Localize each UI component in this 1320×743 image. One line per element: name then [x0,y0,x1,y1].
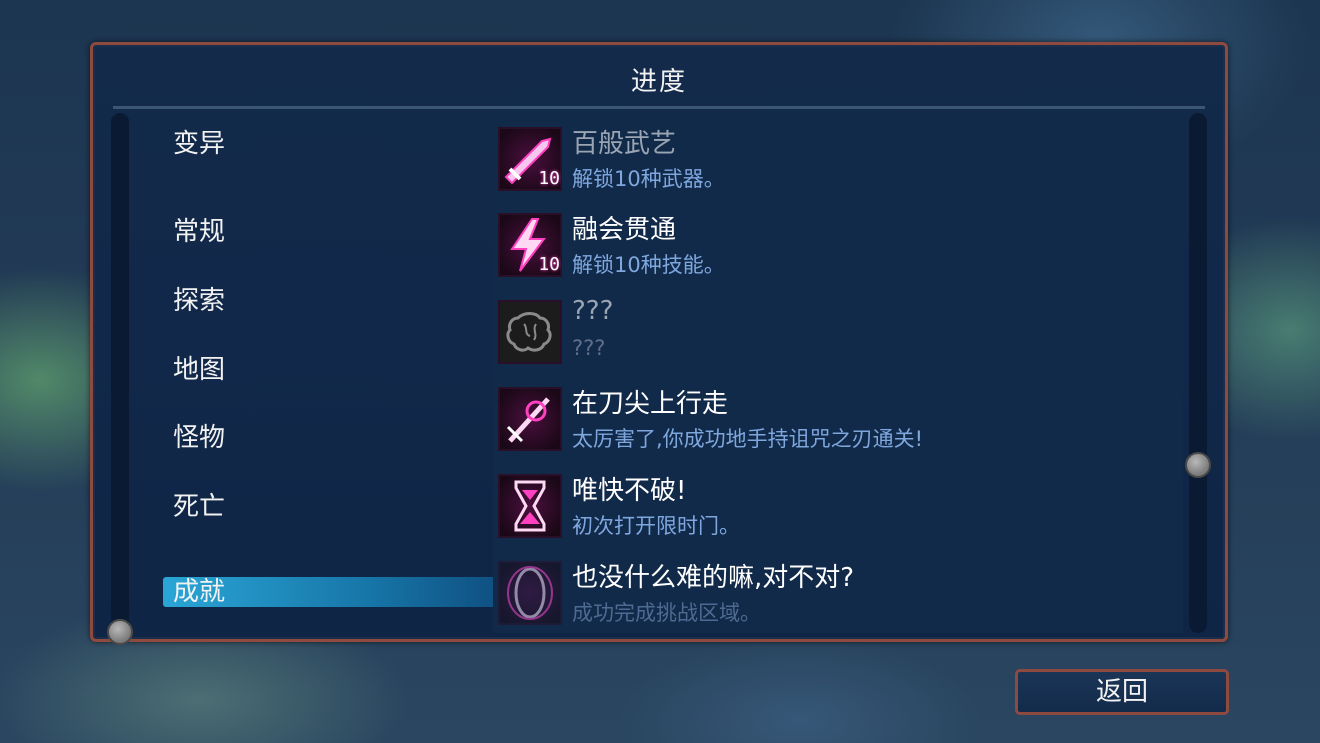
hourglass-icon [498,474,562,538]
count-badge: 10 [538,254,560,275]
achievement-scroll-knob[interactable] [1185,452,1211,478]
category-scrollbar[interactable] [111,113,129,633]
achievement-description: 解锁10种武器。 [572,167,725,191]
achievement-item-locked: ??? ??? [498,294,1178,374]
title-divider [113,106,1205,109]
cursed-blade-icon [498,387,562,451]
sword-icon: 10 [498,127,562,191]
achievement-title: 百般武艺 [572,129,677,159]
category-monsters[interactable]: 怪物 [173,417,225,454]
achievement-description: 成功完成挑战区域。 [572,601,761,625]
achievement-item: 10 百般武艺 解锁10种武器。 [498,121,1178,201]
achievement-item: 10 融会贯通 解锁10种技能。 [498,207,1178,287]
rings-icon [498,561,562,625]
achievement-list[interactable]: 10 百般武艺 解锁10种武器。 10 融会贯通 解锁10种技能。 ??? ??… [493,113,1183,633]
lightning-icon: 10 [498,213,562,277]
achievement-title: 唯快不破! [572,476,687,506]
achievement-scrollbar[interactable] [1189,113,1207,633]
category-map[interactable]: 地图 [173,349,225,386]
achievement-item: 在刀尖上行走 太厉害了,你成功地手持诅咒之刃通关! [498,381,1178,461]
category-general[interactable]: 常规 [173,211,225,248]
achievement-description: 初次打开限时门。 [572,514,740,538]
category-deaths[interactable]: 死亡 [173,486,225,523]
achievement-title: 也没什么难的嘛,对不对? [572,563,855,593]
back-button[interactable]: 返回 [1015,669,1229,715]
achievement-title: ??? [572,296,614,326]
progress-panel: 进度 变异 常规 探索 地图 怪物 死亡 成就 10 百般武艺 解锁10种武器。 [90,42,1228,645]
achievement-item: 也没什么难的嘛,对不对? 成功完成挑战区域。 [498,555,1178,633]
brain-icon [498,300,562,364]
achievement-title: 在刀尖上行走 [572,389,729,419]
category-exploration[interactable]: 探索 [173,280,225,317]
achievement-item: 唯快不破! 初次打开限时门。 [498,468,1178,548]
count-badge: 10 [538,168,560,189]
category-scroll-knob[interactable] [107,619,133,645]
category-achievements[interactable]: 成就 [163,577,503,607]
achievement-title: 融会贯通 [572,215,677,245]
achievement-description: ??? [572,336,606,360]
panel-title: 进度 [630,67,687,97]
category-mutations[interactable]: 变异 [173,123,225,160]
achievement-description: 太厉害了,你成功地手持诅咒之刃通关! [572,427,924,451]
achievement-description: 解锁10种技能。 [572,253,725,277]
